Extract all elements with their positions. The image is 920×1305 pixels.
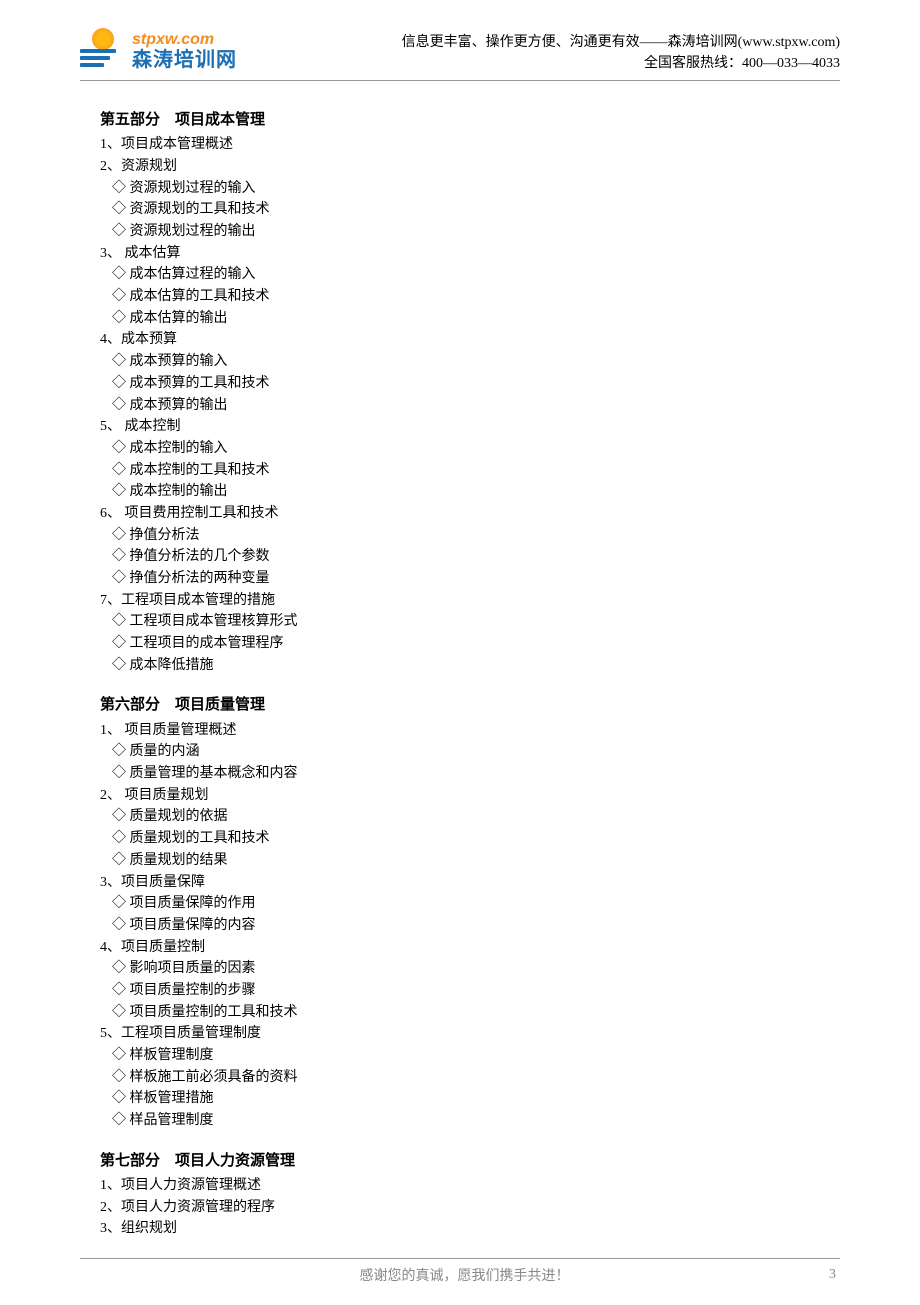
outline-item: 4、成本预算 [100, 329, 840, 351]
page-footer: 感谢您的真诚，愿我们携手共进！ 3 [80, 1258, 840, 1285]
outline-subitem: ◇ 工程项目的成本管理程序 [100, 633, 840, 655]
outline-subitem: ◇ 影响项目质量的因素 [100, 958, 840, 980]
outline-subitem: ◇ 质量规划的工具和技术 [100, 828, 840, 850]
section: 第七部分 项目人力资源管理1、项目人力资源管理概述2、项目人力资源管理的程序3、… [100, 1150, 840, 1240]
outline-subitem: ◇ 资源规划的工具和技术 [100, 199, 840, 221]
outline-subitem: ◇ 资源规划过程的输入 [100, 178, 840, 200]
outline-subitem: ◇ 质量规划的依据 [100, 806, 840, 828]
logo-icon [80, 28, 126, 74]
outline-item: 3、组织规划 [100, 1218, 840, 1240]
outline-item: 3、项目质量保障 [100, 872, 840, 894]
outline-subitem: ◇ 项目质量保障的内容 [100, 915, 840, 937]
outline-item: 1、项目人力资源管理概述 [100, 1175, 840, 1197]
logo-cn: 森涛培训网 [132, 50, 237, 70]
outline-subitem: ◇ 成本估算过程的输入 [100, 264, 840, 286]
outline-item: 2、项目人力资源管理的程序 [100, 1197, 840, 1219]
header-right: 信息更丰富、操作更方便、沟通更有效——森涛培训网(www.stpxw.com) … [402, 32, 840, 74]
outline-subitem: ◇ 样品管理制度 [100, 1110, 840, 1132]
outline-subitem: ◇ 项目质量控制的步骤 [100, 980, 840, 1002]
document-page: stpxw.com 森涛培训网 信息更丰富、操作更方便、沟通更有效——森涛培训网… [0, 0, 920, 1305]
section-title: 第七部分 项目人力资源管理 [100, 1150, 840, 1173]
document-content: 第五部分 项目成本管理1、项目成本管理概述2、资源规划◇ 资源规划过程的输入◇ … [80, 109, 840, 1240]
outline-subitem: ◇ 成本预算的输出 [100, 395, 840, 417]
section-title: 第五部分 项目成本管理 [100, 109, 840, 132]
section-title: 第六部分 项目质量管理 [100, 694, 840, 717]
outline-subitem: ◇ 样板管理措施 [100, 1088, 840, 1110]
footer-slogan: 感谢您的真诚，愿我们携手共进！ [100, 1265, 829, 1285]
outline-subitem: ◇ 挣值分析法 [100, 525, 840, 547]
outline-subitem: ◇ 成本估算的输出 [100, 308, 840, 330]
outline-subitem: ◇ 项目质量保障的作用 [100, 893, 840, 915]
section: 第五部分 项目成本管理1、项目成本管理概述2、资源规划◇ 资源规划过程的输入◇ … [100, 109, 840, 676]
outline-item: 1、项目成本管理概述 [100, 134, 840, 156]
outline-item: 6、 项目费用控制工具和技术 [100, 503, 840, 525]
outline-subitem: ◇ 挣值分析法的两种变量 [100, 568, 840, 590]
logo-text: stpxw.com 森涛培训网 [132, 32, 237, 70]
outline-subitem: ◇ 成本控制的输出 [100, 481, 840, 503]
outline-subitem: ◇ 成本估算的工具和技术 [100, 286, 840, 308]
outline-subitem: ◇ 成本降低措施 [100, 655, 840, 677]
page-header: stpxw.com 森涛培训网 信息更丰富、操作更方便、沟通更有效——森涛培训网… [80, 28, 840, 81]
page-number: 3 [829, 1267, 840, 1283]
outline-item: 3、 成本估算 [100, 243, 840, 265]
outline-subitem: ◇ 成本预算的工具和技术 [100, 373, 840, 395]
outline-subitem: ◇ 样板施工前必须具备的资料 [100, 1067, 840, 1089]
outline-item: 4、项目质量控制 [100, 937, 840, 959]
section: 第六部分 项目质量管理 1、 项目质量管理概述◇ 质量的内涵◇ 质量管理的基本概念… [100, 694, 840, 1131]
header-hotline: 全国客服热线：400—033—4033 [402, 53, 840, 74]
outline-subitem: ◇ 成本控制的工具和技术 [100, 460, 840, 482]
outline-subitem: ◇ 工程项目成本管理核算形式 [100, 611, 840, 633]
outline-subitem: ◇ 质量管理的基本概念和内容 [100, 763, 840, 785]
outline-subitem: ◇ 资源规划过程的输出 [100, 221, 840, 243]
outline-item: 5、 成本控制 [100, 416, 840, 438]
outline-subitem: ◇ 挣值分析法的几个参数 [100, 546, 840, 568]
outline-subitem: ◇ 质量规划的结果 [100, 850, 840, 872]
outline-item: 1、 项目质量管理概述 [100, 720, 840, 742]
outline-subitem: ◇ 项目质量控制的工具和技术 [100, 1002, 840, 1024]
header-tagline: 信息更丰富、操作更方便、沟通更有效——森涛培训网(www.stpxw.com) [402, 32, 840, 53]
outline-item: 5、工程项目质量管理制度 [100, 1023, 840, 1045]
outline-item: 2、 项目质量规划 [100, 785, 840, 807]
outline-subitem: ◇ 质量的内涵 [100, 741, 840, 763]
outline-item: 7、工程项目成本管理的措施 [100, 590, 840, 612]
logo: stpxw.com 森涛培训网 [80, 28, 237, 74]
outline-item: 2、资源规划 [100, 156, 840, 178]
logo-url: stpxw.com [132, 32, 237, 48]
outline-subitem: ◇ 成本控制的输入 [100, 438, 840, 460]
outline-subitem: ◇ 样板管理制度 [100, 1045, 840, 1067]
outline-subitem: ◇ 成本预算的输入 [100, 351, 840, 373]
